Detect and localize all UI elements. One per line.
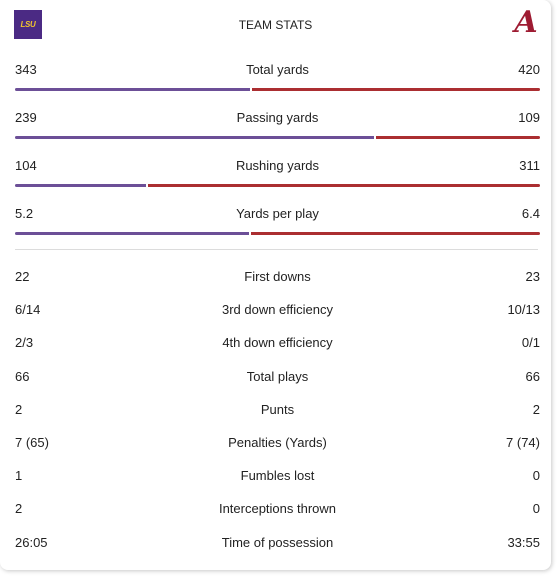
right-value: 6.4 — [521, 206, 540, 221]
stat-label: 4th down efficiency — [222, 335, 333, 350]
stat-row: 239 Passing yards 109 — [15, 110, 540, 130]
left-bar-fill — [15, 88, 251, 91]
stat-row: 5.2 Yards per play 6.4 — [15, 206, 540, 226]
right-value: 33:55 — [507, 535, 540, 550]
right-value: 66 — [525, 369, 540, 384]
comparison-bar — [15, 232, 540, 235]
right-bar-fill — [251, 232, 540, 235]
right-value: 0 — [532, 501, 540, 516]
stat-label: Penalties (Yards) — [228, 435, 327, 450]
stat-label: Time of possession — [221, 535, 334, 550]
page-title: TEAM STATS — [238, 18, 313, 32]
stat-row: 66 Total plays 66 — [15, 369, 540, 389]
right-value: 10/13 — [507, 302, 540, 317]
stat-label: Passing yards — [236, 110, 319, 125]
right-bar-fill — [252, 88, 540, 91]
header: LSU TEAM STATS A — [0, 0, 551, 50]
stat-row: 1 Fumbles lost 0 — [15, 468, 540, 488]
stat-row: 2/3 4th down efficiency 0/1 — [15, 335, 540, 355]
stat-row: 7 (65) Penalties (Yards) 7 (74) — [15, 435, 540, 455]
stat-row: 343 Total yards 420 — [15, 62, 540, 82]
right-value: 420 — [518, 62, 540, 77]
left-bar-fill — [15, 184, 147, 187]
alabama-logo-icon: A — [514, 5, 538, 40]
stat-label: Yards per play — [236, 206, 319, 221]
stat-label: Fumbles lost — [240, 468, 315, 483]
right-value: 23 — [525, 269, 540, 284]
stat-row: 2 Punts 2 — [15, 402, 540, 422]
stat-row: 6/14 3rd down efficiency 10/13 — [15, 302, 540, 322]
left-bar-fill — [15, 232, 250, 235]
stat-label: Total plays — [246, 369, 309, 384]
stat-label: Total yards — [246, 62, 309, 77]
stat-label: First downs — [244, 269, 311, 284]
stat-label: Rushing yards — [235, 158, 320, 173]
stat-row: 22 First downs 23 — [15, 269, 540, 289]
divider — [15, 249, 538, 250]
left-bar-fill — [15, 136, 375, 139]
comparison-bar — [15, 88, 540, 91]
right-value: 2 — [532, 402, 540, 417]
right-bar-fill — [376, 136, 540, 139]
right-value: 0/1 — [521, 335, 540, 350]
comparison-bar — [15, 184, 540, 187]
right-value: 311 — [519, 158, 540, 173]
stat-label: Interceptions thrown — [218, 501, 337, 516]
right-value: 7 (74) — [506, 435, 540, 450]
comparison-bar — [15, 136, 540, 139]
stat-row: 26:05 Time of possession 33:55 — [15, 535, 540, 555]
team-stats-card: LSU TEAM STATS A 343 Total yards 420 239 Pas… — [0, 0, 551, 570]
stat-label: Punts — [260, 402, 295, 417]
stat-row: 104 Rushing yards 311 — [15, 158, 540, 178]
right-bar-fill — [148, 184, 540, 187]
stat-label: 3rd down efficiency — [221, 302, 334, 317]
right-value: 109 — [518, 110, 540, 125]
stat-row: 2 Interceptions thrown 0 — [15, 501, 540, 521]
right-value: 0 — [532, 468, 540, 483]
